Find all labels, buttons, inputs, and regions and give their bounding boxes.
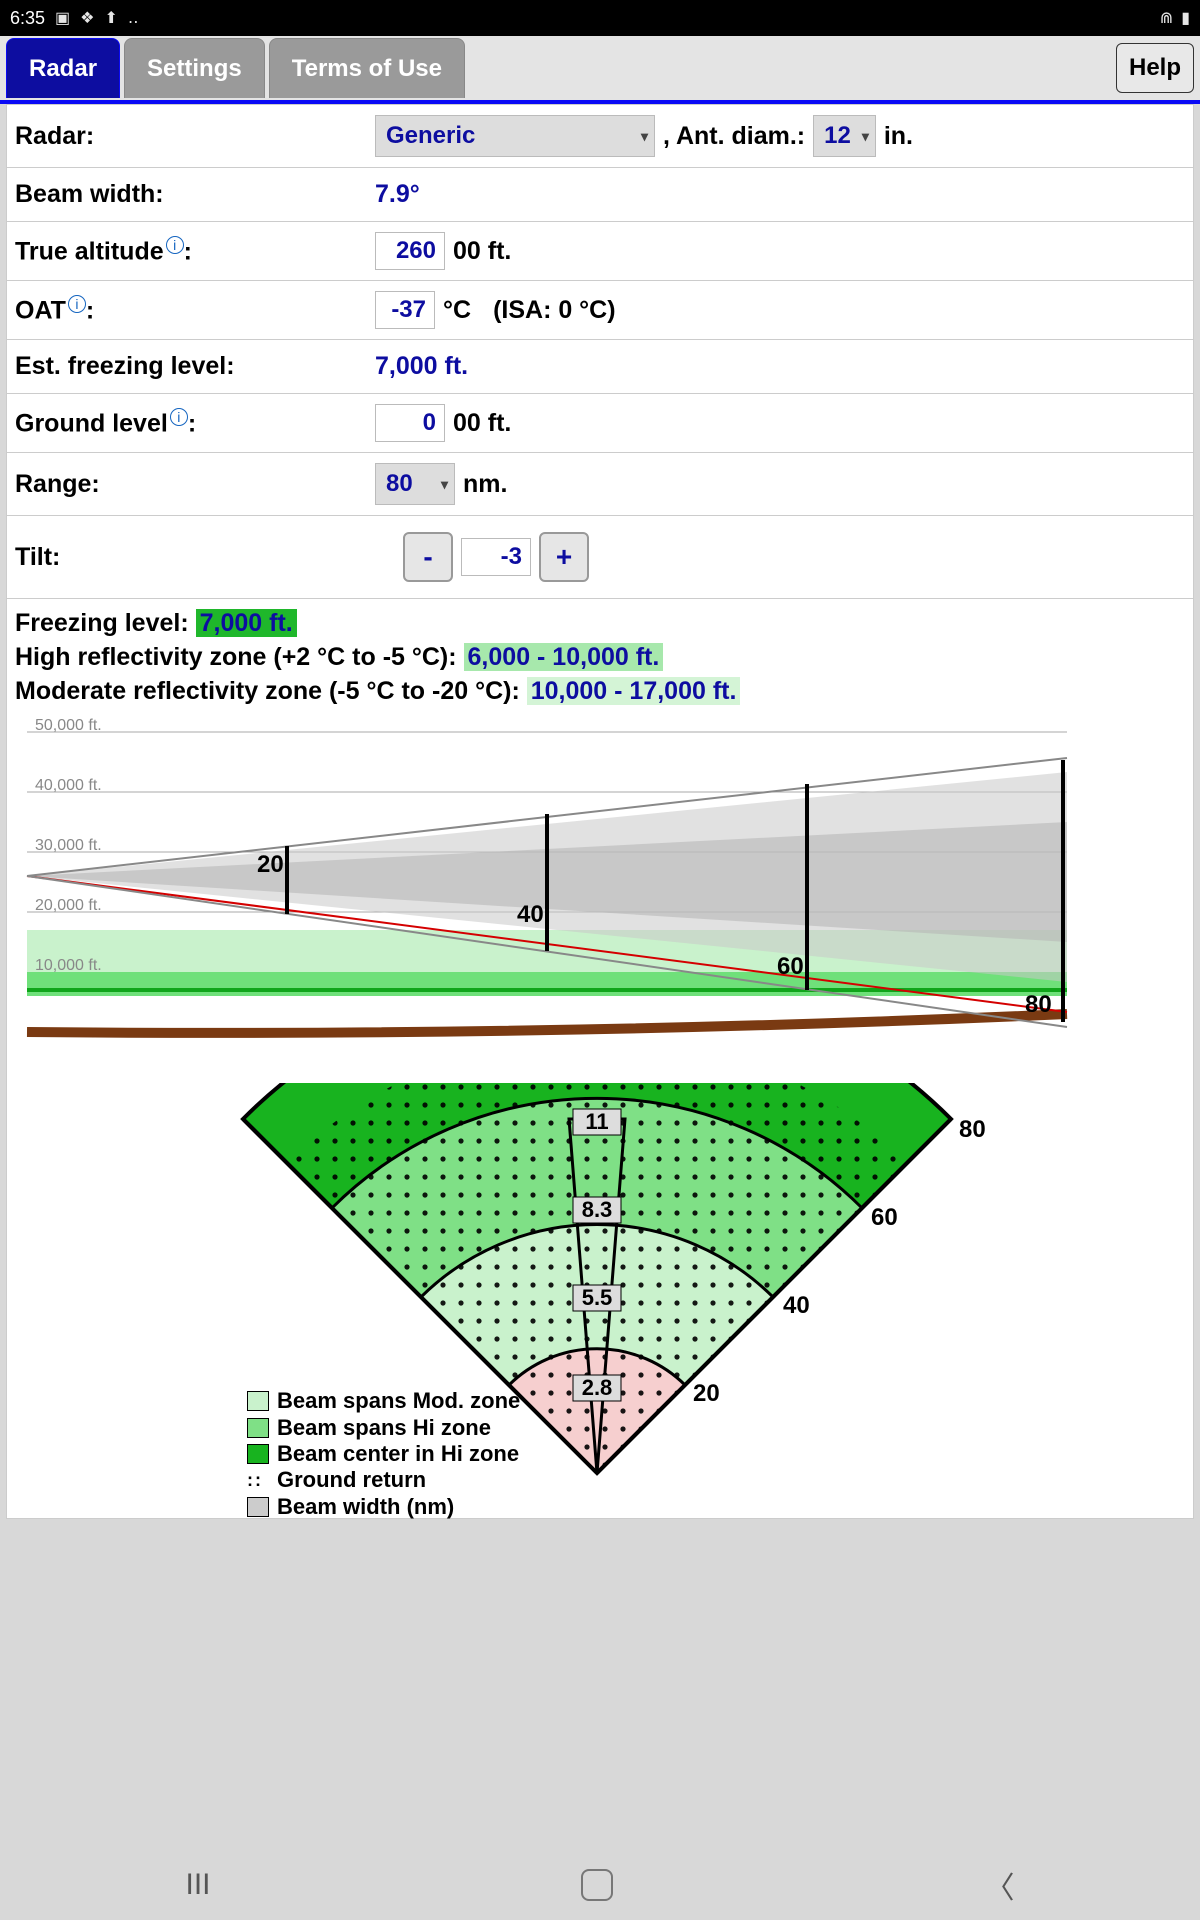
row-estfreeze: Est. freezing level: 7,000 ft.: [7, 340, 1193, 394]
tab-settings-label: Settings: [147, 55, 242, 83]
help-button[interactable]: Help: [1116, 43, 1194, 93]
truealt-input[interactable]: 260: [375, 232, 445, 270]
range-value: 80: [386, 470, 413, 498]
row-tilt: Tilt: - -3 +: [7, 516, 1193, 599]
android-navbar: III 〈: [0, 1850, 1200, 1920]
row-radar: Radar: Generic , Ant. diam.: 12 in.: [7, 105, 1193, 168]
wifi-icon: ⋒: [1160, 8, 1173, 28]
label-tilt: Tilt:: [15, 543, 375, 572]
battery-icon: ▮: [1181, 8, 1190, 28]
row-groundlevel: Ground leveli: 0 00 ft.: [7, 394, 1193, 453]
row-range: Range: 80 nm.: [7, 453, 1193, 516]
mod-refl-value: 10,000 - 17,000 ft.: [527, 677, 741, 705]
antdiam-select[interactable]: 12: [813, 115, 876, 157]
tab-bar: Radar Settings Terms of Use Help: [0, 36, 1200, 104]
reflectivity-info: Freezing level: 7,000 ft. High reflectiv…: [7, 599, 1193, 708]
gallery-icon: ▣: [55, 8, 70, 28]
label-groundlevel: Ground leveli:: [15, 408, 375, 438]
isa-note: (ISA: 0 °C): [493, 296, 616, 325]
svg-text:30,000 ft.: 30,000 ft.: [35, 837, 102, 854]
freeze-level-value: 7,000 ft.: [196, 609, 297, 637]
label-antdiam: , Ant. diam.:: [663, 122, 805, 151]
svg-text:60: 60: [777, 953, 804, 980]
svg-text:80: 80: [1025, 991, 1052, 1018]
row-beamwidth: Beam width: 7.9°: [7, 168, 1193, 222]
radar-select[interactable]: Generic: [375, 115, 655, 157]
label-in: in.: [884, 122, 913, 151]
tilt-minus-button[interactable]: -: [403, 532, 453, 582]
nav-recent-icon[interactable]: III: [185, 1868, 210, 1902]
label-nm: nm.: [463, 470, 507, 499]
estfreeze-value: 7,000 ft.: [375, 352, 468, 381]
svg-text:20,000 ft.: 20,000 ft.: [35, 897, 102, 914]
svg-text:5.5: 5.5: [582, 1285, 613, 1310]
suffix-00ft: 00 ft.: [453, 237, 511, 266]
profile-chart: 50,000 ft. 40,000 ft. 30,000 ft. 20,000 …: [7, 708, 1193, 1079]
form-panel: Radar: Generic , Ant. diam.: 12 in. Beam…: [6, 104, 1194, 1519]
svg-text:20: 20: [257, 851, 284, 878]
svg-text:60: 60: [871, 1204, 898, 1231]
svg-text:40: 40: [517, 901, 544, 928]
info-icon[interactable]: i: [68, 295, 86, 313]
nav-back-icon[interactable]: 〈: [984, 1863, 1014, 1907]
beamwidth-value: 7.9°: [375, 180, 420, 209]
tab-terms[interactable]: Terms of Use: [269, 38, 465, 98]
tab-radar-label: Radar: [29, 55, 97, 83]
range-select[interactable]: 80: [375, 463, 455, 505]
svg-text:11: 11: [585, 1109, 608, 1134]
svg-text:10,000 ft.: 10,000 ft.: [35, 957, 102, 974]
label-estfreeze: Est. freezing level:: [15, 352, 375, 381]
row-oat: OATi: -37 °C (ISA: 0 °C): [7, 281, 1193, 340]
tilt-input[interactable]: -3: [461, 538, 531, 576]
android-statusbar: 6:35 ▣ ❖ ⬆ ‥ ⋒ ▮: [0, 0, 1200, 36]
plan-legend: Beam spans Mod. zone Beam spans Hi zone …: [247, 1388, 520, 1520]
radar-select-value: Generic: [386, 122, 475, 150]
info-icon[interactable]: i: [170, 408, 188, 426]
plan-chart: 2.8 5.5 8.3 11 20 40 60 80 Beam spans Mo…: [7, 1079, 1193, 1518]
svg-text:2.8: 2.8: [582, 1375, 613, 1400]
svg-text:20: 20: [693, 1380, 720, 1407]
more-icon: ‥: [128, 8, 139, 28]
label-beamwidth: Beam width:: [15, 180, 375, 209]
svg-text:40: 40: [783, 1292, 810, 1319]
svg-text:40,000 ft.: 40,000 ft.: [35, 777, 102, 794]
svg-text:50,000 ft.: 50,000 ft.: [35, 717, 102, 734]
groundlevel-input[interactable]: 0: [375, 404, 445, 442]
suffix-00ft: 00 ft.: [453, 409, 511, 438]
tab-radar[interactable]: Radar: [6, 38, 120, 98]
tab-settings[interactable]: Settings: [124, 38, 265, 98]
svg-text:80: 80: [959, 1116, 986, 1143]
dropbox-icon: ❖: [80, 8, 94, 28]
upload-icon: ⬆: [105, 8, 118, 28]
label-range: Range:: [15, 470, 375, 499]
row-truealt: True altitudei: 260 00 ft.: [7, 222, 1193, 281]
antdiam-value: 12: [824, 122, 851, 150]
statusbar-time: 6:35: [10, 8, 45, 29]
label-degC: °C: [443, 296, 471, 325]
label-oat: OATi:: [15, 295, 375, 325]
label-radar: Radar:: [15, 122, 375, 151]
info-icon[interactable]: i: [166, 236, 184, 254]
svg-text:8.3: 8.3: [582, 1197, 613, 1222]
tilt-plus-button[interactable]: +: [539, 532, 589, 582]
tab-terms-label: Terms of Use: [292, 55, 442, 83]
help-label: Help: [1129, 54, 1181, 81]
oat-input[interactable]: -37: [375, 291, 435, 329]
hi-refl-value: 6,000 - 10,000 ft.: [464, 643, 664, 671]
label-truealt: True altitudei:: [15, 236, 375, 266]
nav-home-icon[interactable]: [581, 1869, 613, 1901]
